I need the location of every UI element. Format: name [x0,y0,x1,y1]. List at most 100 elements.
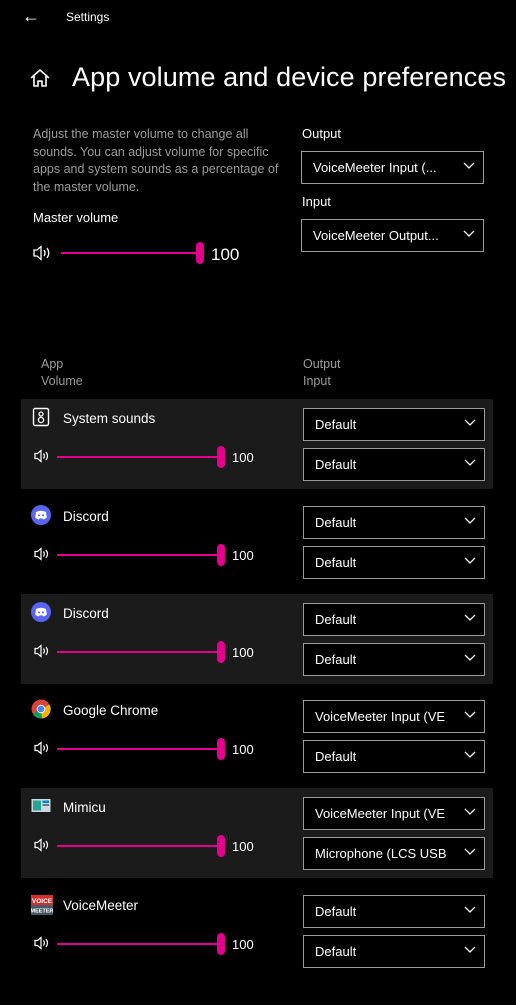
speaker-icon [34,449,49,463]
volume-thumb[interactable] [217,933,225,955]
volume-thumb[interactable] [217,446,225,468]
input-value: Default [315,944,357,959]
master-volume-slider[interactable]: 100 [33,240,273,266]
chevron-down-icon [464,654,476,661]
volume-thumb[interactable] [217,835,225,857]
master-output-value: VoiceMeeter Input (... [313,160,437,175]
master-input-value: VoiceMeeter Output... [313,228,439,243]
volume-value: 100 [232,450,254,465]
svg-text:MEETER: MEETER [31,909,53,915]
speaker-icon [34,838,49,852]
speaker-icon [33,245,50,261]
app-row: Mimicu 100 VoiceMeeter Input (VE Microphone… [21,788,493,878]
output-value: Default [315,904,357,919]
volume-track [57,943,221,945]
app-name: Discord [63,509,109,524]
app-volume-header: App Volume [41,356,83,390]
app-row: Google Chrome 100 VoiceMeeter Input (VE Def… [21,691,493,781]
discord-icon [31,602,51,622]
master-volume-track [61,252,199,254]
output-value: Default [315,417,357,432]
app-name: Google Chrome [63,703,159,718]
app-output-dropdown[interactable]: Default [303,408,485,441]
chevron-down-icon [464,517,476,524]
chevron-down-icon [464,419,476,426]
chevron-down-icon [464,808,476,815]
speaker-icon [34,644,49,658]
app-output-dropdown[interactable]: VoiceMeeter Input (VE [303,797,485,830]
output-value: VoiceMeeter Input (VE [315,709,446,724]
chevron-down-icon [464,459,476,466]
app-input-dropdown[interactable]: Default [303,546,485,579]
app-input-dropdown[interactable]: Default [303,740,485,773]
input-value: Microphone (LCS USB [315,846,447,861]
app-input-dropdown[interactable]: Default [303,935,485,968]
speaker-icon [34,741,49,755]
app-name: System sounds [63,411,156,426]
app-input-dropdown[interactable]: Default [303,643,485,676]
output-value: Default [315,515,357,530]
app-row: System sounds 100 Default Default [21,399,493,489]
master-volume-value: 100 [211,245,240,264]
svg-text:VOICE: VOICE [32,898,53,905]
input-header: Input [303,374,331,388]
app-header: App [41,357,64,371]
input-value: Default [315,652,357,667]
app-input-dropdown[interactable]: Default [303,448,485,481]
mimicu-icon [31,796,51,816]
input-value: Default [315,749,357,764]
master-output-dropdown[interactable]: VoiceMeeter Input (... [301,151,484,184]
volume-thumb[interactable] [217,641,225,663]
volume-thumb[interactable] [217,544,225,566]
volume-value: 100 [232,742,254,757]
back-arrow-icon[interactable]: ← [22,6,40,27]
app-output-dropdown[interactable]: Default [303,506,485,539]
master-volume-thumb[interactable] [196,242,204,264]
chevron-down-icon [464,711,476,718]
home-icon [30,69,50,87]
volume-value: 100 [232,937,254,952]
app-name: VoiceMeeter [63,898,139,913]
master-volume-label: Master volume [33,210,119,225]
window-title: Settings [66,10,110,24]
input-value: Default [315,555,357,570]
volume-header: Volume [41,374,83,388]
volume-track [57,845,221,847]
voicemeeter-icon: VOICE MEETER [31,894,53,915]
system-sounds-icon [31,407,51,427]
chevron-down-icon [464,906,476,913]
output-label: Output [302,126,342,141]
chevron-down-icon [464,614,476,621]
input-value: Default [315,457,357,472]
output-value: Default [315,612,357,627]
volume-track [57,554,221,556]
volume-track [57,748,221,750]
app-input-dropdown[interactable]: Microphone (LCS USB [303,837,485,870]
chevron-down-icon [464,848,476,855]
volume-value: 100 [232,548,254,563]
discord-icon [31,505,51,525]
output-header: Output [303,357,341,371]
title-bar: ← Settings [0,0,516,44]
app-row: Discord 100 Default Default [21,594,493,684]
chevron-down-icon [464,946,476,953]
app-output-dropdown[interactable]: VoiceMeeter Input (VE [303,700,485,733]
app-name: Discord [63,606,109,621]
speaker-icon [34,547,49,561]
app-output-dropdown[interactable]: Default [303,603,485,636]
chevron-down-icon [463,162,475,169]
app-row: Discord 100 Default Default [21,497,493,587]
chevron-down-icon [464,557,476,564]
volume-track [57,651,221,653]
volume-track [57,456,221,458]
speaker-icon [34,936,49,950]
volume-value: 100 [232,839,254,854]
chevron-down-icon [463,230,475,237]
chevron-down-icon [464,751,476,758]
output-value: VoiceMeeter Input (VE [315,806,446,821]
page-title: App volume and device preferences [72,62,507,92]
app-output-dropdown[interactable]: Default [303,895,485,928]
master-input-dropdown[interactable]: VoiceMeeter Output... [301,219,484,252]
volume-thumb[interactable] [217,738,225,760]
chrome-icon [31,699,51,719]
